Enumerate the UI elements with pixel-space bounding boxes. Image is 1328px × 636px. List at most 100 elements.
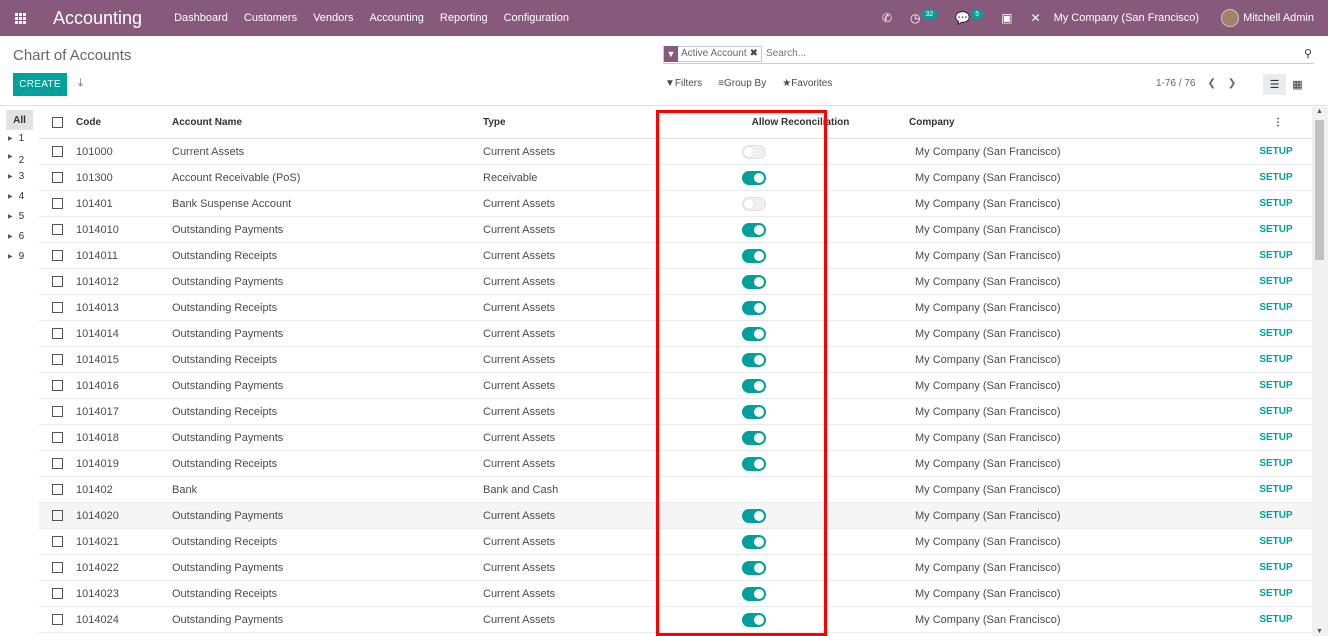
list-view-icon[interactable]: ☰: [1263, 74, 1286, 95]
filters-dropdown[interactable]: ▼Filters: [665, 78, 702, 89]
searchpanel-item[interactable]: ▶ 2: [0, 146, 38, 166]
app-switcher-button[interactable]: [0, 0, 40, 36]
setup-button[interactable]: SETUP: [1255, 198, 1297, 209]
menu-item-customers[interactable]: Customers: [244, 12, 297, 24]
setup-button[interactable]: SETUP: [1255, 146, 1297, 157]
header-account-name[interactable]: Account Name: [172, 117, 483, 128]
table-row[interactable]: 1014018 Outstanding Payments Current Asset…: [39, 425, 1312, 451]
reconcile-toggle[interactable]: [742, 404, 766, 419]
menu-item-dashboard[interactable]: Dashboard: [174, 12, 228, 24]
search-icon[interactable]: ⚲: [1304, 47, 1312, 60]
table-row[interactable]: 101300 Account Receivable (PoS) Receivable…: [39, 165, 1312, 191]
row-checkbox[interactable]: [39, 588, 76, 599]
searchpanel-all[interactable]: All: [6, 110, 33, 130]
menu-item-accounting[interactable]: Accounting: [369, 12, 423, 24]
header-code[interactable]: Code: [76, 117, 172, 128]
user-menu[interactable]: Mitchell Admin: [1243, 12, 1314, 24]
table-row[interactable]: 1014011 Outstanding Receipts Current Asset…: [39, 243, 1312, 269]
pager-previous-icon[interactable]: ❮: [1207, 78, 1215, 89]
searchpanel-item[interactable]: ▶ 4: [0, 186, 38, 206]
phone-icon[interactable]: ✆: [882, 11, 892, 25]
reconcile-toggle[interactable]: [742, 534, 766, 549]
reconcile-toggle[interactable]: [742, 170, 766, 185]
reconcile-toggle[interactable]: [742, 222, 766, 237]
reconcile-toggle[interactable]: [742, 196, 766, 211]
row-checkbox[interactable]: [39, 406, 76, 417]
row-checkbox[interactable]: [39, 432, 76, 443]
table-row[interactable]: 1014012 Outstanding Payments Current Asset…: [39, 269, 1312, 295]
menu-item-configuration[interactable]: Configuration: [504, 12, 569, 24]
header-allow-reconciliation[interactable]: Allow Reconciliation: [692, 117, 909, 128]
table-row[interactable]: 1014015 Outstanding Receipts Current Asset…: [39, 347, 1312, 373]
reconcile-toggle[interactable]: [742, 508, 766, 523]
facet-remove-icon[interactable]: ✖: [750, 48, 761, 59]
table-row[interactable]: 1014022 Outstanding Payments Current Asset…: [39, 555, 1312, 581]
setup-button[interactable]: SETUP: [1255, 458, 1297, 469]
reconcile-toggle[interactable]: [742, 456, 766, 471]
table-row[interactable]: 1014016 Outstanding Payments Current Asset…: [39, 373, 1312, 399]
row-checkbox[interactable]: [39, 172, 76, 183]
scroll-up-arrow-icon[interactable]: ▲: [1316, 108, 1323, 115]
row-checkbox[interactable]: [39, 302, 76, 313]
row-checkbox[interactable]: [39, 328, 76, 339]
user-avatar[interactable]: [1221, 9, 1240, 27]
row-checkbox[interactable]: [39, 614, 76, 625]
row-checkbox[interactable]: [39, 224, 76, 235]
groupby-dropdown[interactable]: ≡Group By: [718, 78, 766, 89]
searchpanel-item[interactable]: ▶ 5: [0, 206, 38, 226]
setup-button[interactable]: SETUP: [1255, 224, 1297, 235]
setup-button[interactable]: SETUP: [1255, 354, 1297, 365]
setup-button[interactable]: SETUP: [1255, 510, 1297, 521]
setup-button[interactable]: SETUP: [1255, 250, 1297, 261]
searchpanel-item[interactable]: ▶ 9: [0, 246, 38, 266]
table-row[interactable]: 1014021 Outstanding Receipts Current Asset…: [39, 529, 1312, 555]
header-type[interactable]: Type: [483, 117, 698, 128]
scroll-down-arrow-icon[interactable]: ▼: [1316, 628, 1323, 635]
menu-item-reporting[interactable]: Reporting: [440, 12, 488, 24]
setup-button[interactable]: SETUP: [1255, 276, 1297, 287]
row-checkbox[interactable]: [39, 354, 76, 365]
activity-clock-icon[interactable]: ◷ 32: [910, 9, 938, 25]
setup-button[interactable]: SETUP: [1255, 302, 1297, 313]
row-checkbox[interactable]: [39, 484, 76, 495]
reconcile-toggle[interactable]: [742, 560, 766, 575]
setup-button[interactable]: SETUP: [1255, 406, 1297, 417]
vertical-scrollbar[interactable]: ▲ ▼: [1312, 107, 1328, 636]
reconcile-toggle[interactable]: [742, 430, 766, 445]
select-all-checkbox[interactable]: [39, 117, 76, 128]
setup-button[interactable]: SETUP: [1255, 562, 1297, 573]
table-row[interactable]: 1014019 Outstanding Receipts Current Asset…: [39, 451, 1312, 477]
row-checkbox[interactable]: [39, 276, 76, 287]
row-checkbox[interactable]: [39, 562, 76, 573]
row-checkbox[interactable]: [39, 250, 76, 261]
table-row[interactable]: 1014024 Outstanding Payments Current Asset…: [39, 607, 1312, 633]
reconcile-toggle[interactable]: [742, 274, 766, 289]
table-row[interactable]: 1014014 Outstanding Payments Current Asset…: [39, 321, 1312, 347]
favorites-dropdown[interactable]: ★Favorites: [782, 78, 832, 89]
table-row[interactable]: 101000 Current Assets Current Assets My Com…: [39, 139, 1312, 165]
row-checkbox[interactable]: [39, 458, 76, 469]
table-row[interactable]: 1014010 Outstanding Payments Current Asset…: [39, 217, 1312, 243]
reconcile-toggle[interactable]: [742, 300, 766, 315]
row-checkbox[interactable]: [39, 536, 76, 547]
table-row[interactable]: 101401 Bank Suspense Account Current Asset…: [39, 191, 1312, 217]
setup-button[interactable]: SETUP: [1255, 172, 1297, 183]
reconcile-toggle[interactable]: [742, 352, 766, 367]
pager-next-icon[interactable]: ❯: [1228, 78, 1236, 89]
chat-icon[interactable]: 💬 5: [955, 9, 984, 25]
header-company[interactable]: Company: [909, 117, 1249, 128]
reconcile-toggle[interactable]: [742, 378, 766, 393]
page-title[interactable]: Chart of Accounts: [13, 47, 131, 64]
kanban-view-icon[interactable]: ▦: [1286, 74, 1309, 95]
table-row[interactable]: 1014017 Outstanding Receipts Current Asset…: [39, 399, 1312, 425]
setup-button[interactable]: SETUP: [1255, 328, 1297, 339]
scrollbar-thumb[interactable]: [1315, 120, 1324, 260]
menu-item-vendors[interactable]: Vendors: [313, 12, 353, 24]
reconcile-toggle[interactable]: [742, 612, 766, 627]
searchpanel-item[interactable]: ▶ 3: [0, 166, 38, 186]
setup-button[interactable]: SETUP: [1255, 536, 1297, 547]
create-button[interactable]: CREATE: [13, 73, 67, 96]
table-row[interactable]: 1014020 Outstanding Payments Current Asset…: [39, 503, 1312, 529]
gift-icon[interactable]: ▣: [1001, 11, 1012, 25]
optional-columns-icon[interactable]: ⋮: [1249, 117, 1291, 128]
